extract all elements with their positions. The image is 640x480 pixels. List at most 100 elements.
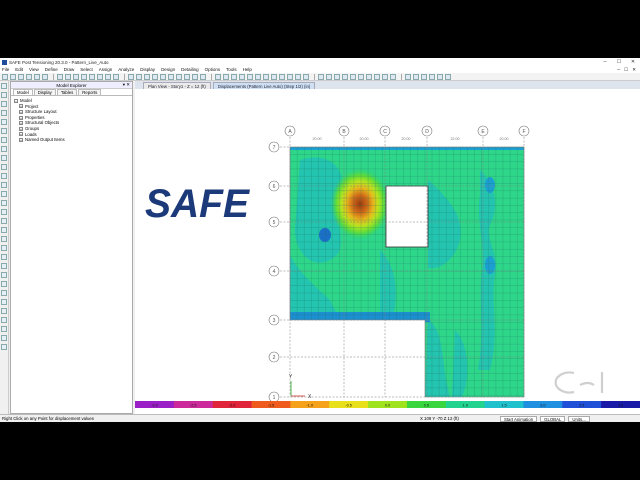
draw-tool-button[interactable] (1, 263, 7, 269)
draw-tool-button[interactable] (1, 281, 7, 287)
menu-display[interactable]: Display (140, 67, 155, 72)
menu-tools[interactable]: Tools (226, 67, 237, 72)
menu-draw[interactable]: Draw (64, 67, 75, 72)
draw-tool-button[interactable] (1, 128, 7, 134)
toolbar-button[interactable] (136, 73, 142, 80)
draw-tool-button[interactable] (1, 344, 7, 350)
draw-tool-button[interactable] (1, 254, 7, 260)
toolbar-button[interactable] (168, 73, 174, 80)
toolbar-button[interactable] (350, 73, 356, 80)
toolbar-button[interactable] (215, 73, 221, 80)
draw-tool-button[interactable] (1, 326, 7, 332)
toolbar-button[interactable] (239, 73, 245, 80)
toolbar-button[interactable] (144, 73, 150, 80)
expand-icon[interactable]: + (19, 110, 23, 115)
tab-plan-view[interactable]: Plan View - Story1 - Z = 12 (ft) (143, 82, 211, 89)
draw-tool-button[interactable] (1, 272, 7, 278)
draw-tool-button[interactable] (1, 137, 7, 143)
toolbar-button[interactable] (200, 73, 206, 80)
draw-tool-button[interactable] (1, 119, 7, 125)
draw-tool-button[interactable] (1, 299, 7, 305)
expand-icon[interactable]: + (19, 104, 23, 109)
toolbar-button[interactable] (42, 73, 48, 80)
close-button[interactable]: ✕ (626, 59, 640, 65)
toolbar-button[interactable] (366, 73, 372, 80)
toolbar-button[interactable] (73, 73, 79, 80)
draw-tool-button[interactable] (1, 317, 7, 323)
toolbar-button[interactable] (97, 73, 103, 80)
toolbar-button[interactable] (263, 73, 269, 80)
menu-design[interactable]: Design (161, 67, 175, 72)
toolbar-button[interactable] (18, 73, 24, 80)
displacement-contour-plot[interactable]: A B C D E F20.00 20.00 20.00 22.00 20.007654321 X… (135, 89, 640, 401)
toolbar-button[interactable] (105, 73, 111, 80)
toolbar-button[interactable] (390, 73, 396, 80)
toolbar-button[interactable] (318, 73, 324, 80)
toolbar-button[interactable] (326, 73, 332, 80)
draw-tool-button[interactable] (1, 227, 7, 233)
toolbar-button[interactable] (81, 73, 87, 80)
toolbar-button[interactable] (295, 73, 301, 80)
doc-restore-button[interactable]: ☐ (624, 67, 628, 73)
coordinate-system-select[interactable]: GLOBAL (540, 415, 566, 422)
draw-tool-button[interactable] (1, 218, 7, 224)
menu-options[interactable]: Options (205, 67, 221, 72)
toolbar-button[interactable] (184, 73, 190, 80)
menu-view[interactable]: View (29, 67, 39, 72)
menu-select[interactable]: Select (80, 67, 93, 72)
tab-display[interactable]: Display (33, 89, 56, 95)
menu-file[interactable]: File (2, 67, 9, 72)
expand-icon[interactable]: + (19, 121, 23, 126)
toolbar-button[interactable] (382, 73, 388, 80)
tab-tables[interactable]: Tables (56, 89, 78, 95)
toolbar-button[interactable] (445, 73, 451, 80)
tab-reports[interactable]: Reports (78, 89, 102, 95)
draw-tool-button[interactable] (1, 110, 7, 116)
toolbar-button[interactable] (2, 73, 8, 80)
toolbar-button[interactable] (255, 73, 261, 80)
toolbar-button[interactable] (247, 73, 253, 80)
draw-tool-button[interactable] (1, 164, 7, 170)
expand-icon[interactable]: + (19, 126, 23, 131)
toolbar-button[interactable] (34, 73, 40, 80)
menu-help[interactable]: Help (243, 67, 252, 72)
toolbar-button[interactable] (89, 73, 95, 80)
draw-tool-button[interactable] (1, 245, 7, 251)
toolbar-button[interactable] (26, 73, 32, 80)
draw-tool-button[interactable] (1, 209, 7, 215)
toolbar-button[interactable] (421, 73, 427, 80)
expand-icon[interactable]: + (19, 138, 23, 143)
toolbar-button[interactable] (10, 73, 16, 80)
toolbar-button[interactable] (287, 73, 293, 80)
menu-detailing[interactable]: Detailing (181, 67, 199, 72)
draw-tool-button[interactable] (1, 200, 7, 206)
tree-node-named-output-items[interactable]: + Named Output Items (14, 137, 129, 143)
units-button[interactable]: Units... (568, 415, 590, 422)
toolbar-button[interactable] (176, 73, 182, 80)
draw-tool-button[interactable] (1, 173, 7, 179)
draw-tool-button[interactable] (1, 83, 7, 89)
doc-minimize-button[interactable]: ─ (617, 67, 620, 73)
draw-tool-button[interactable] (1, 101, 7, 107)
maximize-button[interactable]: ☐ (612, 59, 626, 65)
toolbar-button[interactable] (271, 73, 277, 80)
toolbar-button[interactable] (192, 73, 198, 80)
toolbar-button[interactable] (358, 73, 364, 80)
menu-edit[interactable]: Edit (15, 67, 23, 72)
toolbar-button[interactable] (223, 73, 229, 80)
toolbar-button[interactable] (160, 73, 166, 80)
toolbar-button[interactable] (413, 73, 419, 80)
draw-tool-button[interactable] (1, 146, 7, 152)
tab-model[interactable]: Model (13, 89, 33, 95)
draw-tool-button[interactable] (1, 290, 7, 296)
toolbar-button[interactable] (231, 73, 237, 80)
doc-close-button[interactable]: ✕ (632, 67, 636, 73)
toolbar-button[interactable] (405, 73, 411, 80)
toolbar-button[interactable] (57, 73, 63, 80)
toolbar-button[interactable] (279, 73, 285, 80)
toolbar-button[interactable] (128, 73, 134, 80)
draw-tool-button[interactable] (1, 92, 7, 98)
toolbar-button[interactable] (374, 73, 380, 80)
toolbar-button[interactable] (152, 73, 158, 80)
toolbar-button[interactable] (334, 73, 340, 80)
